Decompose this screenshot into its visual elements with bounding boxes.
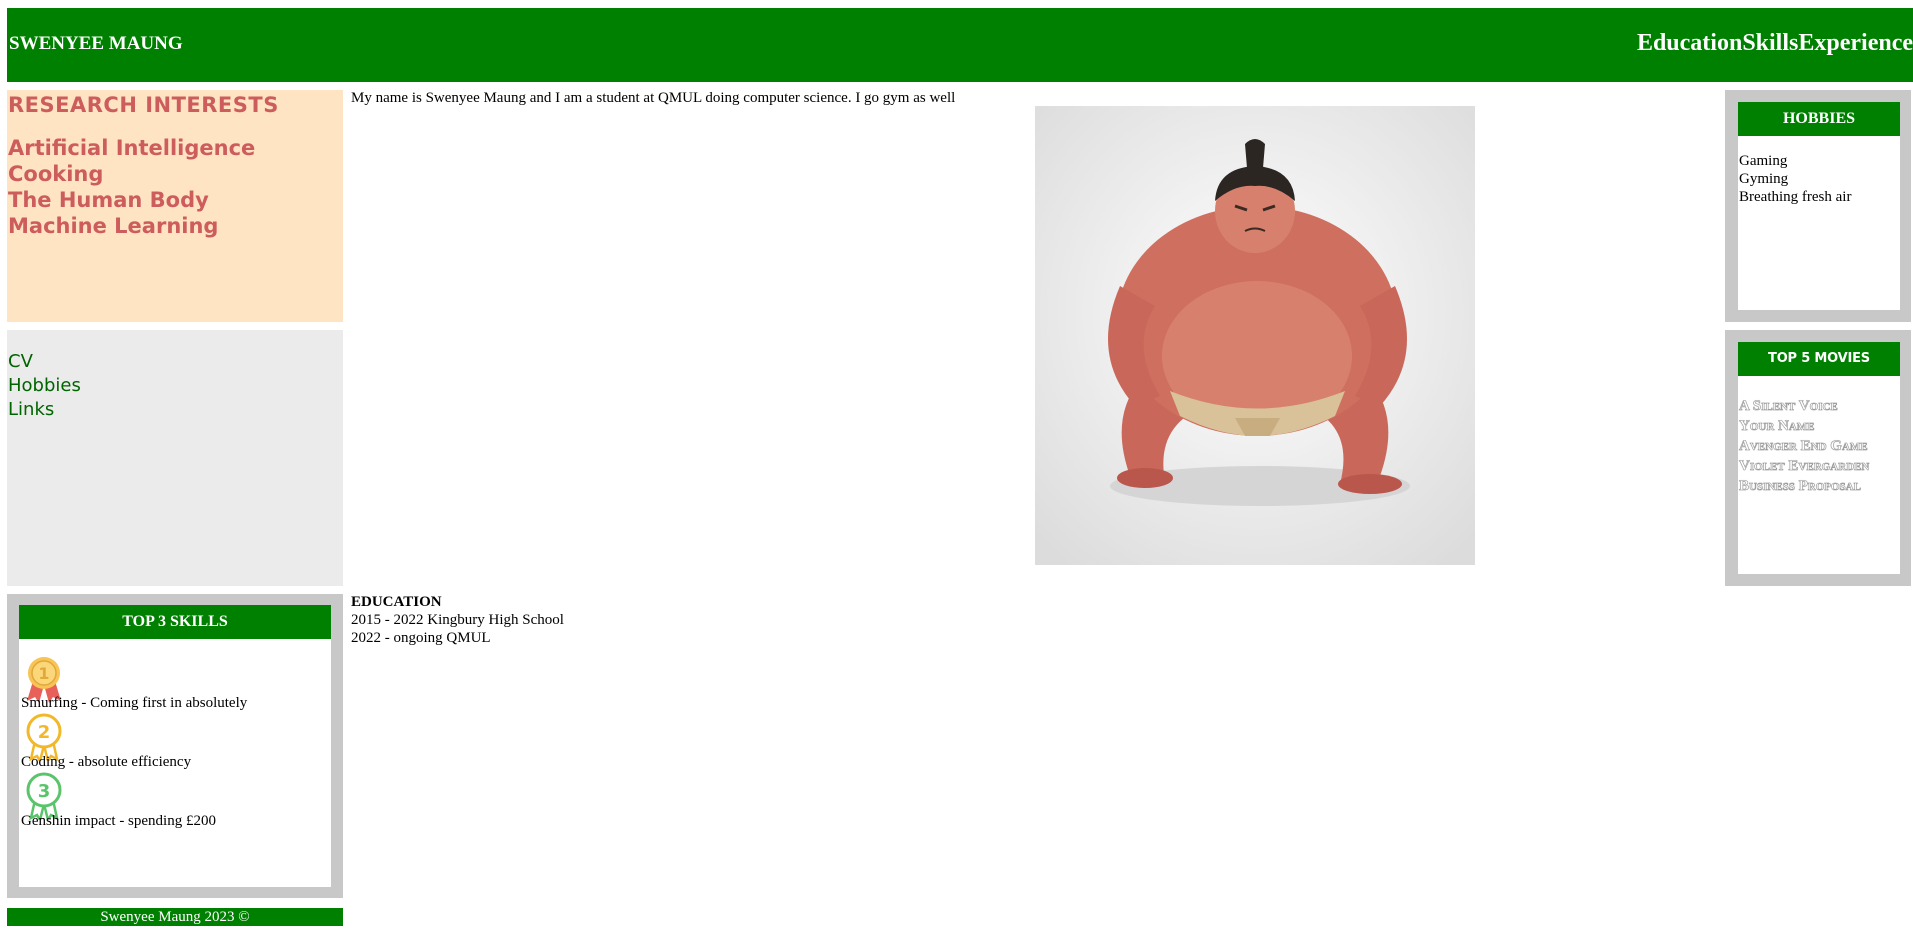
side-link-cv[interactable]: CV: [8, 350, 81, 374]
hobbies-box: HOBBIES Gaming Gyming Breathing fresh ai…: [1738, 102, 1900, 310]
nav-skills-link[interactable]: Skills: [1742, 30, 1798, 57]
movie-item: Your Name: [1739, 418, 1815, 435]
skill-item: Smurfing - Coming first in absolutely: [21, 695, 248, 711]
site-header: SWENYEE MAUNG Education Skills Experienc…: [7, 8, 1913, 82]
footer: Swenyee Maung 2023 ©: [7, 908, 343, 926]
skill-item: Coding - absolute efficiency: [21, 754, 192, 770]
intro-text: My name is Swenyee Maung and I am a stud…: [351, 90, 956, 106]
education-heading: EDUCATION: [351, 594, 442, 610]
research-item: Machine Learning: [8, 214, 219, 238]
sumo-wrestler-illustration: [1035, 106, 1475, 565]
top-movies-box: TOP 5 MOVIES A Silent Voice Your Name Av…: [1738, 342, 1900, 574]
side-link-hobbies[interactable]: Hobbies: [8, 374, 81, 398]
nav-experience-link[interactable]: Experience: [1798, 30, 1913, 57]
education-entry: 2015 - 2022 Kingbury High School: [351, 612, 564, 628]
hobby-item: Gyming: [1739, 171, 1789, 187]
hobby-item: Gaming: [1739, 153, 1788, 169]
top-nav: Education Skills Experience: [1637, 30, 1913, 57]
movie-item: Violet Evergarden: [1739, 458, 1870, 475]
hobby-item: Breathing fresh air: [1739, 189, 1852, 205]
research-interests-panel: RESEARCH INTERESTS Artificial Intelligen…: [7, 90, 343, 322]
movie-item: Avenger End Game: [1739, 438, 1868, 455]
hobbies-heading: HOBBIES: [1738, 102, 1900, 136]
movie-item: Business Proposal: [1739, 478, 1862, 495]
top-skills-heading: TOP 3 SKILLS: [19, 605, 331, 639]
top-skills-panel: TOP 3 SKILLS 1 Smurfing - Coming first i…: [7, 594, 343, 898]
svg-text:3: 3: [38, 781, 51, 802]
top-movies-list: A Silent Voice Your Name Avenger End Gam…: [1739, 396, 1870, 496]
research-interests-heading: RESEARCH INTERESTS: [8, 93, 279, 117]
side-link-links[interactable]: Links: [8, 398, 81, 422]
top-movies-panel: TOP 5 MOVIES A Silent Voice Your Name Av…: [1725, 330, 1911, 586]
skill-item: Genshin impact - spending £200: [21, 813, 216, 829]
hobbies-list: Gaming Gyming Breathing fresh air: [1739, 152, 1851, 206]
nav-education-link[interactable]: Education: [1637, 30, 1742, 57]
svg-text:2: 2: [38, 722, 51, 743]
research-item: The Human Body: [8, 188, 209, 212]
top-skills-box: TOP 3 SKILLS 1 Smurfing - Coming first i…: [19, 605, 331, 887]
side-links-list: CV Hobbies Links: [8, 350, 81, 422]
education-entry: 2022 - ongoing QMUL: [351, 630, 491, 646]
education-section: EDUCATION 2015 - 2022 Kingbury High Scho…: [351, 593, 564, 647]
side-links-panel: CV Hobbies Links: [7, 330, 343, 586]
research-item: Artificial Intelligence: [8, 136, 256, 160]
svg-text:1: 1: [38, 664, 49, 683]
top-movies-heading: TOP 5 MOVIES: [1738, 342, 1900, 376]
research-interests-list: Artificial Intelligence Cooking The Huma…: [8, 135, 255, 239]
site-title: SWENYEE MAUNG: [9, 33, 183, 54]
movie-item: A Silent Voice: [1739, 398, 1838, 415]
hobbies-panel: HOBBIES Gaming Gyming Breathing fresh ai…: [1725, 90, 1911, 322]
research-item: Cooking: [8, 162, 104, 186]
